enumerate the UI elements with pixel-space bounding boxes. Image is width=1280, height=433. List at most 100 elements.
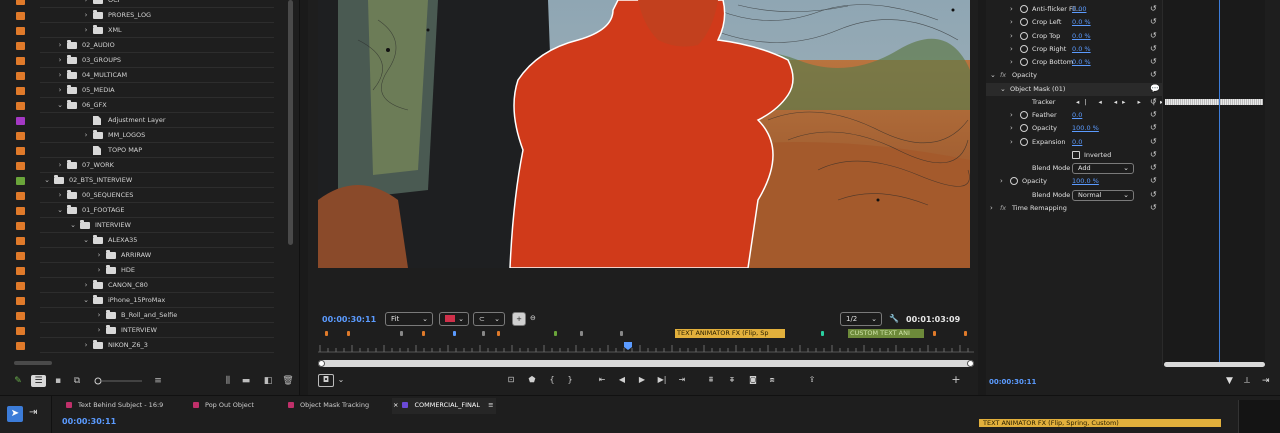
effect-keyframe-graph[interactable] <box>1162 0 1265 365</box>
chevron-right-icon[interactable]: › <box>95 311 103 319</box>
list-view-icon[interactable]: ☰ <box>31 375 46 387</box>
chevron-right-icon[interactable]: › <box>1000 177 1003 185</box>
label-color-swatch[interactable] <box>16 282 25 290</box>
marker[interactable] <box>554 331 557 336</box>
lift-icon[interactable]: ⩩ <box>705 375 717 385</box>
chevron-right-icon[interactable]: › <box>82 281 90 289</box>
chevron-right-icon[interactable]: › <box>56 161 64 169</box>
project-item[interactable]: › CANON_C80 <box>0 278 286 293</box>
project-item[interactable]: TOPO MAP <box>0 143 286 158</box>
selection-tool-icon[interactable]: ➤ <box>7 406 23 422</box>
chevron-right-icon[interactable]: › <box>990 204 993 212</box>
chevron-down-icon[interactable]: ⌄ <box>990 71 996 79</box>
extract-icon[interactable]: ⩨ <box>726 375 738 385</box>
chevron-right-icon[interactable]: › <box>1010 18 1013 26</box>
chevron-right-icon[interactable]: › <box>1010 32 1013 40</box>
fx-icon[interactable]: fx <box>1000 71 1006 79</box>
new-item-icon[interactable]: ◧ <box>262 375 274 387</box>
timeline-current-timecode[interactable]: 00:00:30:11 <box>62 417 116 426</box>
remove-mask-button[interactable]: ⊖ <box>530 312 542 326</box>
label-color-swatch[interactable] <box>16 72 25 80</box>
marker[interactable] <box>422 331 425 336</box>
mark-in-icon[interactable]: ⊡ <box>505 375 517 384</box>
effect-property-row[interactable]: › fx Time Remapping ↺ <box>986 202 1162 215</box>
export-frame-icon[interactable]: ⇪ <box>806 375 818 384</box>
automate-to-sequence-icon[interactable]: ⫼ <box>222 375 234 387</box>
effect-property-row[interactable]: › Opacity 100.0 % ↺ <box>986 122 1162 135</box>
label-color-swatch[interactable] <box>16 87 25 95</box>
effect-property-row[interactable]: Tracker ◂| ◂ ◂▸ ▸ |▸ ↺ <box>986 96 1163 109</box>
label-color-swatch[interactable] <box>16 342 25 350</box>
label-color-swatch[interactable] <box>16 252 25 260</box>
project-item[interactable]: Adjustment Layer <box>0 113 286 128</box>
effect-property-value[interactable]: 0.0 % <box>1072 32 1091 40</box>
reset-icon[interactable]: ↺ <box>1150 44 1157 53</box>
chevron-right-icon[interactable]: › <box>1010 124 1013 132</box>
pencil-icon[interactable]: ✎ <box>12 375 24 387</box>
project-item[interactable]: › PRORES_LOG <box>0 8 286 23</box>
zoom-handle-right[interactable] <box>967 360 974 367</box>
zoom-level-select[interactable]: Fit ⌄ <box>385 312 433 326</box>
label-color-swatch[interactable] <box>16 42 25 50</box>
marker[interactable] <box>347 331 350 336</box>
add-button-icon[interactable]: + <box>950 373 962 386</box>
project-item[interactable]: › ARRIRAW <box>0 248 286 263</box>
snap-icon[interactable]: ⟂ <box>1244 376 1250 386</box>
project-item[interactable]: ⌄ 06_GFX <box>0 98 286 113</box>
sort-icon[interactable]: ≡ <box>152 375 164 387</box>
label-color-swatch[interactable] <box>16 267 25 275</box>
effect-property-value[interactable]: 100.0 % <box>1072 177 1099 185</box>
mark-in-bracket-icon[interactable]: { <box>546 375 558 384</box>
icon-view-icon[interactable]: ▪ <box>52 375 64 387</box>
chevron-right-icon[interactable]: › <box>1010 138 1013 146</box>
chevron-right-icon[interactable]: › <box>56 41 64 49</box>
add-marker-icon[interactable]: ⬟ <box>526 375 538 384</box>
effect-playhead[interactable] <box>1219 0 1220 365</box>
reset-icon[interactable]: ↺ <box>1150 176 1157 185</box>
program-timeline-ruler[interactable]: TEXT ANIMATOR FX (Flip, Sp CUSTOM TEXT A… <box>318 328 974 358</box>
effect-property-value[interactable]: 0.0 % <box>1072 45 1091 53</box>
effect-property-row[interactable]: › Opacity 100.0 % ↺ <box>986 175 1162 188</box>
marker[interactable] <box>482 331 485 336</box>
effect-property-value[interactable]: 0.00 <box>1072 5 1086 13</box>
effect-property-row[interactable]: Inverted ↺ <box>986 149 1162 162</box>
effect-property-row[interactable]: › Crop Right 0.0 % ↺ <box>986 43 1162 56</box>
reset-icon[interactable]: ↺ <box>1150 4 1157 13</box>
chevron-right-icon[interactable]: › <box>82 26 90 34</box>
chevron-down-icon[interactable]: ⌄ <box>43 176 51 184</box>
project-item[interactable]: › B_Roll_and_Selfie <box>0 308 286 323</box>
mark-out-bracket-icon[interactable]: } <box>564 375 576 384</box>
project-item[interactable]: ⌄ ALEXA35 <box>0 233 286 248</box>
inverted-checkbox[interactable] <box>1072 150 1080 159</box>
chevron-right-icon[interactable]: › <box>56 56 64 64</box>
chevron-down-icon[interactable]: ⌄ <box>1000 85 1006 93</box>
chevron-right-icon[interactable]: › <box>82 341 90 349</box>
marker[interactable] <box>964 331 967 336</box>
label-color-swatch[interactable] <box>16 312 25 320</box>
label-color-swatch[interactable] <box>16 297 25 305</box>
fx-icon[interactable]: fx <box>1000 204 1006 212</box>
export-icon[interactable]: ⇥ <box>1262 376 1270 386</box>
reset-icon[interactable]: ↺ <box>1150 123 1157 132</box>
effect-property-row[interactable]: Blend Mode Add ⌄ ↺ <box>986 162 1162 175</box>
chevron-right-icon[interactable]: › <box>95 266 103 274</box>
add-mask-button[interactable]: + <box>512 312 526 326</box>
reset-icon[interactable]: ↺ <box>1150 137 1157 146</box>
chevron-down-icon[interactable]: ⌄ <box>335 375 347 384</box>
chevron-right-icon[interactable]: › <box>82 0 90 4</box>
label-color-swatch[interactable] <box>16 0 25 5</box>
reset-icon[interactable]: ↺ <box>1150 31 1157 40</box>
effect-property-row[interactable]: Blend Mode Normal ⌄ ↺ <box>986 189 1162 202</box>
marker[interactable] <box>933 331 936 336</box>
effect-property-value[interactable]: 0.0 <box>1072 138 1082 146</box>
effect-property-value[interactable]: 100.0 % <box>1072 124 1099 132</box>
label-color-swatch[interactable] <box>16 192 25 200</box>
comment-icon[interactable]: 💬 <box>1150 84 1160 93</box>
step-back-icon[interactable]: ◀ <box>616 375 628 384</box>
marker[interactable] <box>821 331 824 336</box>
project-item[interactable]: › 07_WORK <box>0 158 286 173</box>
effect-property-value[interactable]: 0.0 <box>1072 111 1082 119</box>
effect-property-row[interactable]: ⌄ Object Mask (01) 💬 <box>986 82 1162 96</box>
stopwatch-icon[interactable] <box>1020 58 1028 66</box>
chevron-down-icon[interactable]: ⌄ <box>56 206 64 214</box>
